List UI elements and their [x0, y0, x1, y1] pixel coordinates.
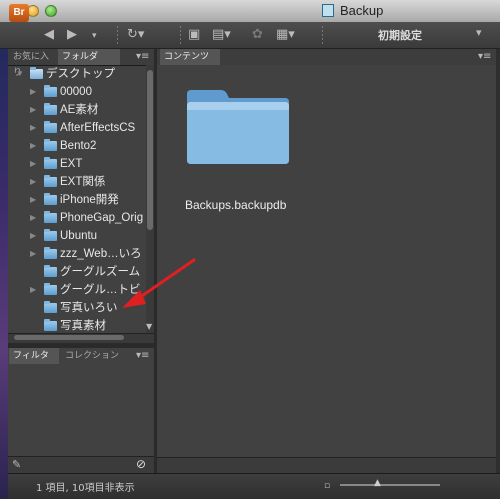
status-text: 1 項目, 10項目非表示	[36, 483, 135, 494]
tab-favorites[interactable]: お気に入り	[9, 49, 56, 78]
back-arrow-icon[interactable]: ◀	[44, 26, 54, 44]
tree-item-label: EXT関係	[60, 176, 106, 188]
collapsed-triangle-icon[interactable]: ▶	[30, 137, 36, 155]
folder-icon	[44, 211, 57, 223]
folder-icon	[44, 157, 57, 169]
toolbar-separator	[180, 26, 181, 44]
tree-item-label: AfterEffectsCS	[60, 122, 136, 134]
folder-icon	[44, 283, 57, 295]
file-name-label[interactable]: Backups.backupdb	[185, 198, 286, 212]
folder-icon	[44, 193, 57, 205]
get-photos-camera-icon[interactable]: ▣	[188, 26, 200, 44]
collapsed-triangle-icon[interactable]: ▶	[30, 227, 36, 245]
folder-icon	[44, 103, 57, 115]
tree-item[interactable]: ▶ AE素材	[8, 101, 146, 119]
tree-item[interactable]: ▶ 00000	[8, 83, 146, 101]
thumbnail-size-slider[interactable]	[340, 484, 440, 486]
tree-item[interactable]: ▼ デスクトップ	[8, 65, 146, 83]
collapsed-triangle-icon[interactable]: ▶	[30, 173, 36, 191]
tree-item[interactable]: ▶ AfterEffectsCS	[8, 119, 146, 137]
tree-item-label: PhoneGap_Orig	[60, 212, 144, 224]
expanded-triangle-icon[interactable]: ▼	[16, 65, 24, 83]
filter-panel-footer	[8, 456, 154, 473]
collapsed-triangle-icon[interactable]: ▶	[30, 245, 36, 263]
refine-icon[interactable]: ▤▾	[212, 26, 231, 44]
folder-icon	[44, 265, 57, 277]
desktop-folder-icon	[30, 67, 43, 79]
window-title: Backup	[340, 3, 384, 18]
window-document-icon	[322, 4, 334, 17]
workspace-label[interactable]: 初期設定	[378, 27, 422, 43]
toolbar-separator	[117, 26, 118, 44]
folder-icon	[44, 229, 57, 241]
tree-item-label: デスクトップ	[46, 68, 115, 80]
toolbar-separator	[322, 26, 323, 44]
tree-item-label: 写真素材	[60, 320, 106, 331]
collapsed-triangle-icon[interactable]: ▶	[30, 155, 36, 173]
tree-item-label: 00000	[60, 86, 92, 98]
collapsed-triangle-icon[interactable]: ▶	[30, 191, 36, 209]
tree-item[interactable]: ▶ iPhone開発	[8, 191, 146, 209]
output-icon[interactable]: ▦▾	[276, 26, 295, 44]
panel-menu-icon[interactable]: ▾≡	[136, 48, 149, 66]
workspace-chevron-down-icon[interactable]: ▾	[476, 26, 482, 39]
tree-item-label: EXT	[60, 158, 83, 170]
tree-item[interactable]: ▶ PhoneGap_Orig	[8, 209, 146, 227]
tab-filter[interactable]: フィルタ	[9, 348, 59, 364]
forward-arrow-icon[interactable]: ▶	[67, 26, 77, 44]
pin-icon[interactable]: ✎	[12, 456, 21, 474]
desktop-background	[0, 0, 8, 498]
chevron-down-icon[interactable]: ▾	[92, 27, 97, 45]
title-bar	[0, 0, 500, 23]
tree-item-label: Bento2	[60, 140, 97, 152]
collapsed-triangle-icon[interactable]: ▶	[30, 281, 36, 299]
tab-collections[interactable]: コレクション	[61, 348, 129, 364]
folder-icon	[44, 85, 57, 97]
tree-item[interactable]: ▶ Bento2	[8, 137, 146, 155]
collapsed-triangle-icon[interactable]: ▶	[30, 101, 36, 119]
panel-menu-icon[interactable]: ▾≡	[136, 347, 149, 365]
tree-item[interactable]: ▶ Ubuntu	[8, 227, 146, 245]
tree-scroll-thumb[interactable]	[147, 70, 153, 230]
collapsed-triangle-icon[interactable]: ▶	[30, 209, 36, 227]
folder-icon	[44, 247, 57, 259]
zoom-window-button[interactable]	[45, 5, 57, 17]
tab-folders[interactable]: フォルダ	[58, 49, 120, 65]
slider-knob[interactable]: ▲	[374, 478, 381, 488]
camera-raw-icon[interactable]: ✿	[252, 26, 263, 44]
panel-divider	[496, 49, 500, 473]
tree-item[interactable]: ▶ EXT	[8, 155, 146, 173]
folder-icon	[44, 175, 57, 187]
folder-icon	[44, 139, 57, 151]
panel-menu-icon[interactable]: ▾≡	[478, 48, 491, 66]
tree-item[interactable]: ▶ EXT関係	[8, 173, 146, 191]
folder-icon	[44, 301, 57, 313]
folder-icon	[44, 319, 57, 331]
tree-item-label: AE素材	[60, 104, 99, 116]
folder-icon[interactable]	[185, 84, 291, 166]
content-panel-footer	[157, 457, 496, 473]
recent-folders-icon[interactable]: ↻▾	[127, 26, 144, 44]
filter-panel	[8, 348, 154, 456]
collapsed-triangle-icon[interactable]: ▶	[30, 119, 36, 137]
bridge-app-icon[interactable]: Br	[9, 4, 29, 22]
thumbnail-small-icon[interactable]: ▫	[324, 477, 330, 495]
annotation-arrow	[122, 258, 196, 308]
tree-item-label: 写真いろい	[60, 302, 118, 314]
tree-hscroll-thumb[interactable]	[14, 335, 124, 340]
tree-item-label: iPhone開発	[60, 194, 119, 206]
tree-item-label: Ubuntu	[60, 230, 98, 242]
tab-content[interactable]: コンテンツ	[160, 49, 220, 65]
clear-filter-icon[interactable]: ⊘	[136, 455, 146, 473]
folder-icon	[44, 121, 57, 133]
collapsed-triangle-icon[interactable]: ▶	[30, 83, 36, 101]
